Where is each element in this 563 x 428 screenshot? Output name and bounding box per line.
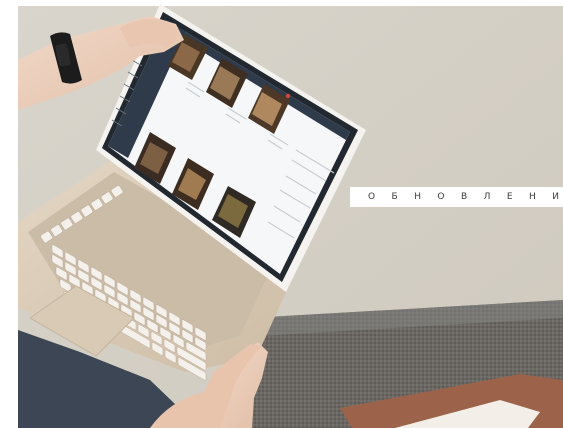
photo-scene: О Б Н О В Л Е Н И [0,0,563,428]
caption-letter: Н [528,192,536,202]
caption-letter: И [552,192,559,202]
caption-letter: О [368,192,376,202]
caption-letter: О [437,192,445,202]
caption-letter: Н [414,192,421,202]
caption-letter: Б [391,192,398,202]
caption-letter: В [460,192,468,202]
caption-letter: Е [506,192,513,202]
laptop-photo [0,0,563,428]
caption-letter: Л [483,192,491,202]
caption-strip: О Б Н О В Л Е Н И [350,187,563,207]
